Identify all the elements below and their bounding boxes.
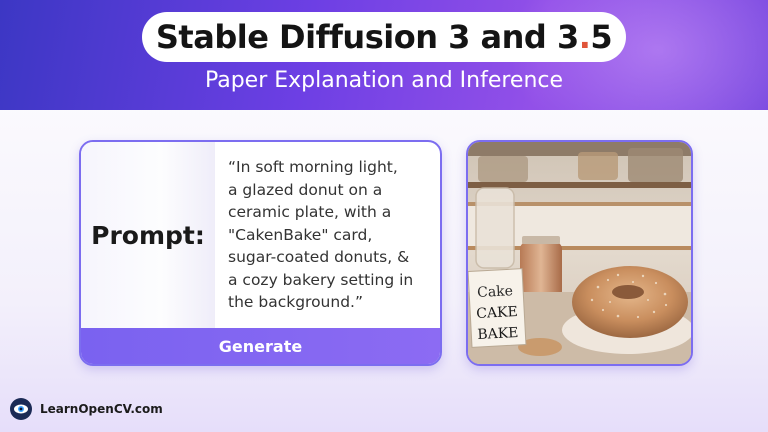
footer-brand: LearnOpenCV.com	[10, 398, 163, 420]
prompt-line: "CakenBake" card,	[228, 225, 373, 244]
title-dot: .	[578, 18, 591, 56]
prompt-line: sugar-coated donuts, &	[228, 248, 410, 266]
prompt-line: ceramic plate, with a	[228, 203, 392, 221]
generated-image: Cake CAKE BAKE	[466, 140, 693, 366]
brand-name[interactable]: LearnOpenCV.com	[40, 402, 163, 416]
prompt-label: Prompt:	[91, 220, 205, 250]
donut-photo: Cake CAKE BAKE	[468, 142, 691, 364]
title-main: Stable Diffusion 3 and 3	[155, 18, 579, 56]
eye-logo-icon	[10, 398, 32, 420]
page-title: Stable Diffusion 3 and 3.5	[155, 18, 613, 56]
generate-button[interactable]: Generate	[81, 328, 440, 364]
prompt-text[interactable]: “In soft morning light, a glazed donut o…	[228, 156, 438, 314]
svg-text:Cake: Cake	[477, 283, 514, 301]
prompt-line: a cozy bakery setting in	[228, 270, 414, 289]
header-banner: Stable Diffusion 3 and 3.5 Paper Explana…	[0, 0, 768, 110]
prompt-line: “In soft morning light,	[228, 158, 398, 176]
title-pill: Stable Diffusion 3 and 3.5	[142, 12, 626, 62]
page-subtitle: Paper Explanation and Inference	[204, 68, 564, 93]
prompt-label-area: Prompt:	[81, 142, 215, 328]
svg-text:BAKE: BAKE	[477, 325, 519, 343]
svg-text:CAKE: CAKE	[476, 304, 518, 322]
prompt-card: Prompt: “In soft morning light, a glazed…	[79, 140, 442, 366]
title-end: 5	[590, 18, 613, 56]
prompt-line: the background.”	[228, 293, 363, 311]
prompt-line: a glazed donut on a	[228, 180, 383, 199]
